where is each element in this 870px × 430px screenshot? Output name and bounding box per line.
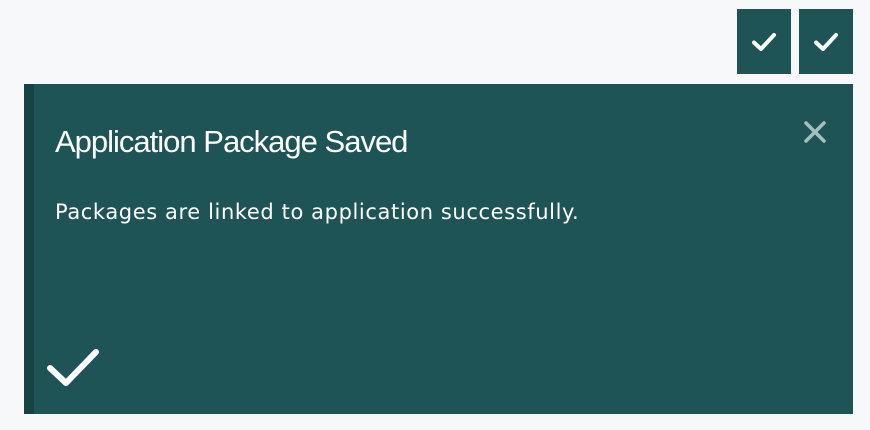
success-notification: Application Package Saved Packages are l… bbox=[24, 84, 853, 414]
minimized-success-notification-1[interactable] bbox=[737, 9, 791, 74]
checkmark-icon bbox=[47, 349, 99, 386]
checkmark-icon bbox=[814, 32, 838, 51]
success-status-icon bbox=[44, 344, 102, 390]
notification-title: Application Package Saved bbox=[55, 124, 408, 159]
close-icon bbox=[804, 121, 826, 143]
notification-area: Application Package Saved Packages are l… bbox=[0, 0, 870, 430]
notification-message: Packages are linked to application succe… bbox=[55, 200, 580, 224]
close-notification-button[interactable] bbox=[801, 118, 829, 146]
checkmark-icon bbox=[752, 32, 776, 51]
minimized-success-notification-2[interactable] bbox=[799, 9, 853, 74]
